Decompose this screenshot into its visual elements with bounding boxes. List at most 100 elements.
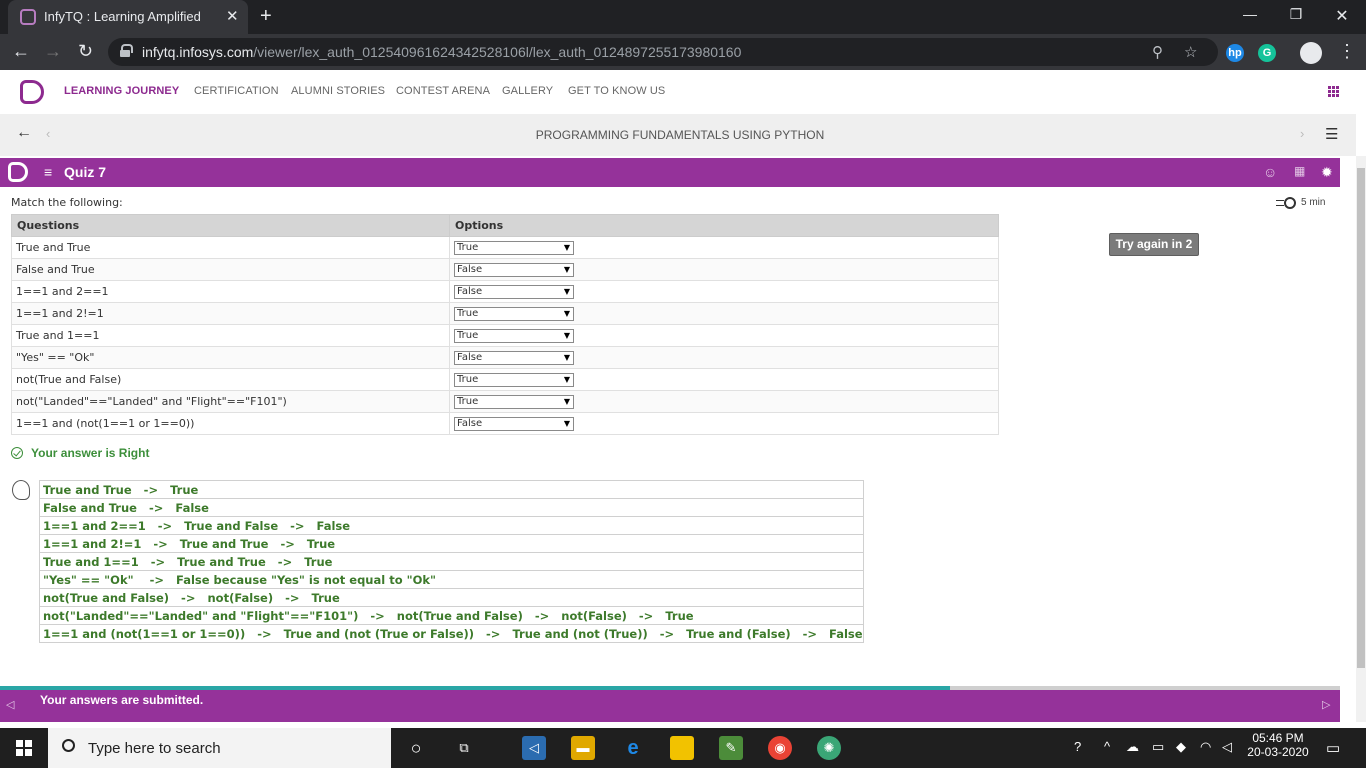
quiz-menu-icon[interactable]: ≡ (44, 164, 52, 180)
edge-icon[interactable]: e (621, 736, 645, 760)
option-select[interactable]: True ▼ (454, 394, 574, 409)
smiley-icon[interactable]: ☺ (1263, 164, 1277, 180)
option-select[interactable]: False ▼ (454, 350, 574, 365)
option-select[interactable]: True ▼ (454, 306, 574, 321)
prev-triangle-icon[interactable]: ◁ (6, 698, 14, 711)
option-value: True (457, 307, 479, 319)
nav-certification[interactable]: CERTIFICATION (194, 85, 279, 97)
calendar-icon[interactable]: ▦ (1294, 164, 1305, 178)
dropdown-arrow-icon: ▼ (563, 418, 570, 428)
chrome-icon[interactable]: ◉ (768, 736, 792, 760)
question-text: 1==1 and (not(1==1 or 1==0)) (11, 412, 450, 435)
explanation-text: False and True -> False (39, 498, 864, 517)
chrome-menu-icon[interactable]: ⋮ (1338, 41, 1356, 62)
quiz-header: ≡ Quiz 7 ☺ ▦ ✹ (0, 158, 1340, 187)
scrollbar-thumb[interactable] (1357, 168, 1365, 668)
option-cell: True ▼ (449, 302, 999, 325)
wifi-icon[interactable]: ◠ (1200, 739, 1211, 755)
option-cell: True ▼ (449, 236, 999, 259)
option-cell: False ▼ (449, 412, 999, 435)
close-tab-icon[interactable]: ✕ (226, 7, 239, 25)
infytq-favicon (20, 9, 36, 25)
profile-avatar[interactable] (1300, 42, 1322, 64)
question-text: 1==1 and 2==1 (11, 280, 450, 303)
question-row: True and 1==1 True ▼ (11, 324, 999, 347)
sticky-notes-icon[interactable] (670, 736, 694, 760)
dropdown-arrow-icon: ▼ (563, 330, 570, 340)
bookmark-star-icon[interactable]: ☆ (1184, 43, 1197, 61)
question-text: not(True and False) (11, 368, 450, 391)
notifications-icon[interactable]: ▭ (1326, 739, 1340, 757)
quiz-instruction: Match the following: (11, 196, 123, 209)
settings-icon[interactable]: ✹ (1321, 164, 1333, 181)
option-select[interactable]: True ▼ (454, 240, 574, 255)
zoom-icon[interactable]: ⚲ (1152, 43, 1163, 61)
new-tab-button[interactable]: + (260, 5, 272, 28)
question-text: not("Landed"=="Landed" and "Flight"=="F1… (11, 390, 450, 413)
nav-gallery[interactable]: GALLERY (502, 85, 553, 97)
grammarly-extension-icon[interactable]: G (1258, 44, 1276, 62)
dropbox-icon[interactable]: ◆ (1176, 739, 1186, 755)
infytq-logo[interactable] (20, 80, 44, 104)
nav-alumni-stories[interactable]: ALUMNI STORIES (291, 85, 385, 97)
option-select[interactable]: True ▼ (454, 328, 574, 343)
file-explorer-icon[interactable]: ▬ (571, 736, 595, 760)
search-icon (62, 739, 75, 752)
timer-value: 5 min (1301, 197, 1326, 208)
minimize-button[interactable]: — (1230, 6, 1270, 22)
back-arrow-icon[interactable]: ← (12, 41, 30, 62)
nav-get-to-know-us[interactable]: GET TO KNOW US (568, 85, 665, 97)
dropdown-arrow-icon: ▼ (563, 308, 570, 318)
question-row: not("Landed"=="Landed" and "Flight"=="F1… (11, 390, 999, 413)
windows-taskbar: Type here to search ○ ⧉ ◁ ▬ e ✎ ◉ ✺ ? ^ … (0, 728, 1366, 768)
explanation-text: not("Landed"=="Landed" and "Flight"=="F1… (39, 606, 864, 625)
nav-contest-arena[interactable]: CONTEST ARENA (396, 85, 490, 97)
apps-grid-icon[interactable] (1328, 86, 1340, 98)
forward-arrow-icon[interactable]: → (44, 41, 62, 62)
atom-app-icon[interactable]: ✺ (817, 736, 841, 760)
onedrive-icon[interactable]: ☁ (1126, 739, 1139, 755)
close-window-button[interactable]: ✕ (1322, 6, 1362, 26)
tray-chevron-icon[interactable]: ^ (1104, 739, 1110, 754)
vscode-icon[interactable]: ◁ (522, 736, 546, 760)
battery-icon[interactable]: ▭ (1152, 739, 1164, 755)
hp-extension-icon[interactable]: hp (1226, 44, 1244, 62)
explanation-row: True and True -> True (39, 480, 864, 499)
result-text: Your answer is Right (31, 446, 150, 460)
option-select[interactable]: False ▼ (454, 416, 574, 431)
next-triangle-icon[interactable]: ▷ (1322, 698, 1330, 711)
option-value: False (457, 351, 483, 363)
explanation-text: 1==1 and 2==1 -> True and False -> False (39, 516, 864, 535)
windows-start-icon[interactable] (16, 740, 32, 756)
question-row: 1==1 and (not(1==1 or 1==0)) False ▼ (11, 412, 999, 435)
restore-button[interactable]: ❐ (1276, 6, 1316, 23)
option-select[interactable]: False ▼ (454, 262, 574, 277)
notepad-icon[interactable]: ✎ (719, 736, 743, 760)
page-scrollbar[interactable] (1356, 156, 1366, 722)
option-select[interactable]: False ▼ (454, 284, 574, 299)
nav-learning-journey[interactable]: LEARNING JOURNEY (64, 85, 179, 97)
tab-title: InfyTQ : Learning Amplified (44, 9, 201, 24)
option-select[interactable]: True ▼ (454, 372, 574, 387)
question-text: True and 1==1 (11, 324, 450, 347)
clock-time: 05:46 PM (1252, 731, 1304, 745)
taskbar-search-box[interactable]: Type here to search (48, 728, 391, 768)
help-icon[interactable]: ? (1074, 739, 1081, 754)
taskbar-clock[interactable]: 05:46 PM 20-03-2020 (1244, 731, 1312, 759)
explanation-text: True and True -> True (39, 480, 864, 499)
browser-tab[interactable]: InfyTQ : Learning Amplified ✕ (8, 0, 248, 34)
explanation-row: not(True and False) -> not(False) -> Tru… (39, 588, 864, 607)
try-again-button[interactable]: Try again in 2 (1109, 233, 1199, 256)
task-view-icon[interactable]: ⧉ (452, 736, 476, 760)
reload-icon[interactable]: ↻ (78, 41, 93, 62)
next-chevron-icon[interactable]: › (1300, 126, 1304, 141)
option-value: False (457, 417, 483, 429)
explanation-text: 1==1 and (not(1==1 or 1==0)) -> True and… (39, 624, 864, 643)
cortana-icon[interactable]: ○ (404, 736, 428, 760)
url-text[interactable]: infytq.infosys.com/viewer/lex_auth_01254… (142, 44, 741, 60)
toc-menu-icon[interactable]: ☰ (1325, 125, 1338, 143)
address-bar[interactable]: infytq.infosys.com/viewer/lex_auth_01254… (108, 38, 1218, 66)
dropdown-arrow-icon: ▼ (563, 352, 570, 362)
options-header: Options (449, 214, 999, 237)
volume-icon[interactable]: ◁ (1222, 739, 1232, 755)
